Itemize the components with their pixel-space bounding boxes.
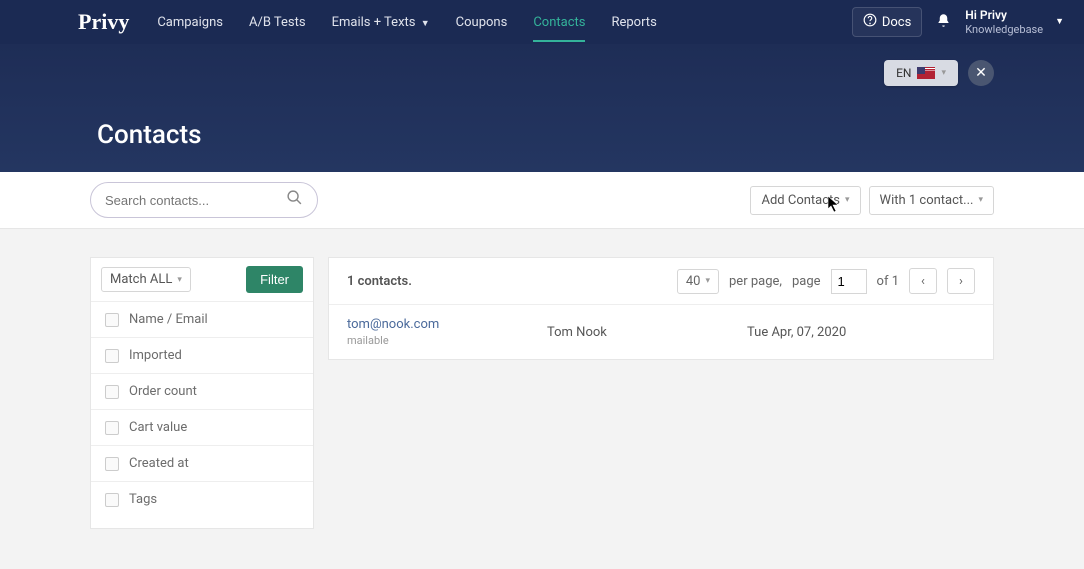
topbar-right: Docs Hi Privy Knowledgebase ▼ [852, 7, 1064, 37]
nav-emails-texts-label: Emails + Texts [332, 15, 416, 30]
match-mode-label: Match ALL [110, 272, 172, 287]
chevron-down-icon: ▾ [845, 195, 850, 205]
search-icon[interactable] [286, 189, 303, 211]
nav-abtests[interactable]: A/B Tests [249, 3, 306, 42]
apply-filter-button[interactable]: Filter [246, 266, 303, 293]
user-menu[interactable]: Hi Privy Knowledgebase ▼ [965, 8, 1064, 36]
pagination-group: 40 ▾ per page, page of 1 ‹ › [677, 268, 975, 294]
notifications-icon[interactable] [936, 13, 951, 32]
filter-row-label: Cart value [129, 420, 187, 435]
page-label: page [792, 274, 821, 289]
nav-reports[interactable]: Reports [611, 3, 656, 42]
chevron-down-icon: ▼ [421, 19, 430, 29]
filter-row-cart-value[interactable]: Cart value [91, 410, 313, 446]
hero-header: EN ▾ ✕ Contacts [0, 44, 1084, 172]
chevron-down-icon: ▾ [705, 276, 710, 286]
docs-label: Docs [882, 15, 911, 30]
checkbox-icon[interactable] [105, 457, 119, 471]
per-page-select[interactable]: 40 ▾ [677, 269, 719, 294]
page-input[interactable] [831, 269, 867, 294]
per-page-label: per page, [729, 274, 782, 289]
help-icon [863, 13, 877, 31]
results-count: 1 contacts. [347, 274, 412, 289]
checkbox-icon[interactable] [105, 493, 119, 507]
user-sub: Knowledgebase [965, 23, 1043, 36]
filter-panel: Match ALL ▾ Filter Name / Email Imported… [90, 257, 314, 529]
results-panel: 1 contacts. 40 ▾ per page, page of 1 ‹ › [328, 257, 994, 360]
search-input[interactable] [105, 193, 286, 208]
nav-campaigns[interactable]: Campaigns [157, 3, 223, 42]
chevron-down-icon: ▾ [177, 275, 182, 285]
filter-row-label: Order count [129, 384, 197, 399]
close-icon: ✕ [975, 65, 987, 81]
brand-logo[interactable]: Privy [78, 9, 129, 35]
user-greeting: Hi Privy [965, 8, 1043, 22]
close-language-button[interactable]: ✕ [968, 60, 994, 86]
per-page-value: 40 [686, 274, 701, 289]
language-label: EN [896, 66, 911, 80]
chevron-down-icon: ▾ [941, 68, 946, 78]
chevron-right-icon: › [959, 274, 963, 289]
next-page-button[interactable]: › [947, 268, 975, 294]
bulk-actions-button[interactable]: With 1 contact... ▾ [869, 186, 994, 215]
match-mode-select[interactable]: Match ALL ▾ [101, 267, 191, 292]
contact-row[interactable]: tom@nook.com mailable Tom Nook Tue Apr, … [329, 305, 993, 359]
filter-row-label: Name / Email [129, 312, 208, 327]
checkbox-icon[interactable] [105, 421, 119, 435]
chevron-left-icon: ‹ [921, 274, 925, 289]
user-text: Hi Privy Knowledgebase [965, 8, 1043, 36]
filter-row-imported[interactable]: Imported [91, 338, 313, 374]
chevron-down-icon: ▼ [1055, 16, 1064, 27]
filter-header: Match ALL ▾ Filter [91, 258, 313, 302]
contact-date-cell: Tue Apr, 07, 2020 [747, 325, 947, 340]
nav-contacts[interactable]: Contacts [533, 3, 585, 42]
top-nav: Privy Campaigns A/B Tests Emails + Texts… [0, 0, 1084, 44]
contact-email-link[interactable]: tom@nook.com [347, 317, 547, 332]
checkbox-icon[interactable] [105, 313, 119, 327]
add-contacts-button[interactable]: Add Contacts ▾ [750, 186, 860, 215]
checkbox-icon[interactable] [105, 385, 119, 399]
page-of-label: of 1 [877, 274, 899, 289]
content-area: Match ALL ▾ Filter Name / Email Imported… [0, 229, 1084, 569]
bulk-actions-label: With 1 contact... [880, 193, 974, 208]
toolbar-right: Add Contacts ▾ With 1 contact... ▾ [750, 186, 994, 215]
toolbar: Add Contacts ▾ With 1 contact... ▾ [0, 172, 1084, 229]
results-header: 1 contacts. 40 ▾ per page, page of 1 ‹ › [329, 258, 993, 305]
filter-row-tags[interactable]: Tags [91, 482, 313, 517]
filter-row-label: Created at [129, 456, 189, 471]
search-wrap [90, 182, 318, 218]
contact-status: mailable [347, 334, 547, 347]
add-contacts-label: Add Contacts [761, 193, 840, 208]
nav-emails-texts[interactable]: Emails + Texts ▼ [332, 3, 430, 42]
contact-name-cell: Tom Nook [547, 325, 747, 340]
us-flag-icon [917, 67, 935, 79]
language-area: EN ▾ ✕ [884, 60, 994, 86]
language-select[interactable]: EN ▾ [884, 60, 958, 86]
filter-row-name-email[interactable]: Name / Email [91, 302, 313, 338]
filter-row-label: Tags [129, 492, 157, 507]
prev-page-button[interactable]: ‹ [909, 268, 937, 294]
page-title: Contacts [97, 120, 201, 150]
docs-button[interactable]: Docs [852, 7, 922, 37]
checkbox-icon[interactable] [105, 349, 119, 363]
contact-email-cell: tom@nook.com mailable [347, 317, 547, 347]
nav-coupons[interactable]: Coupons [456, 3, 508, 42]
main-nav: Campaigns A/B Tests Emails + Texts ▼ Cou… [157, 3, 656, 42]
filter-row-order-count[interactable]: Order count [91, 374, 313, 410]
filter-row-created-at[interactable]: Created at [91, 446, 313, 482]
chevron-down-icon: ▾ [978, 195, 983, 205]
filter-row-label: Imported [129, 348, 182, 363]
